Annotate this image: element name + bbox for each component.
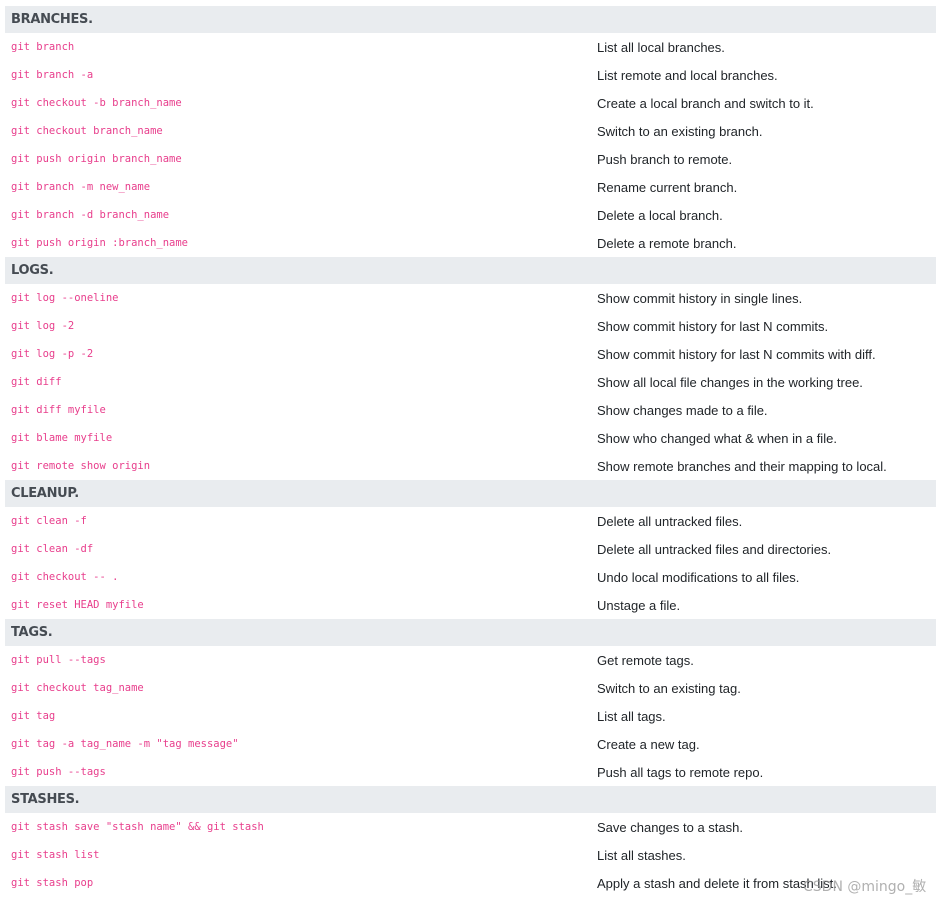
table-row: git branch -a List remote and local branc…	[5, 61, 936, 89]
table-row: git log -p -2 Show commit history for las…	[5, 340, 936, 368]
description-text: Get remote tags.	[597, 652, 694, 668]
table-row: git branch List all local branches.	[5, 33, 936, 61]
table-row: git push --tags Push all tags to remote r…	[5, 758, 936, 786]
command-text: git checkout -- .	[11, 571, 119, 583]
command-text: git push origin branch_name	[11, 153, 182, 165]
table-row: git checkout branch_name Switch to an exi…	[5, 117, 936, 145]
table-row: git push origin :branch_name Delete a rem…	[5, 229, 936, 257]
description-text: Push all tags to remote repo.	[597, 764, 764, 780]
description-text: Show changes made to a file.	[597, 402, 768, 418]
command-text: git push origin :branch_name	[11, 237, 189, 249]
table-row: git reset HEAD myfile Unstage a file.	[5, 591, 936, 619]
description-text: Apply a stash and delete it from stash l…	[597, 875, 837, 891]
table-row: git pull --tags Get remote tags.	[5, 646, 936, 674]
command-text: git checkout tag_name	[11, 682, 144, 694]
section-header: LOGS.	[5, 257, 936, 284]
description-text: Show commit history in single lines.	[597, 290, 803, 306]
command-text: git branch -a	[11, 69, 94, 81]
description-text: Rename current branch.	[597, 179, 738, 195]
section-header: STASHES.	[5, 786, 936, 813]
table-row: git tag -a tag_name -m "tag message" Crea…	[5, 730, 936, 758]
command-text: git clean -df	[11, 543, 94, 555]
table-row: git diff myfile Show changes made to a fi…	[5, 396, 936, 424]
description-text: Push branch to remote.	[597, 151, 733, 167]
table-row: git checkout -b branch_name Create a loca…	[5, 89, 936, 117]
description-text: Switch to an existing tag.	[597, 680, 741, 696]
description-text: Delete all untracked files.	[597, 513, 743, 529]
table-row: git branch -d branch_name Delete a local …	[5, 201, 936, 229]
description-text: Create a local branch and switch to it.	[597, 95, 814, 111]
command-text: git log --oneline	[11, 292, 119, 304]
description-text: Save changes to a stash.	[597, 819, 743, 835]
description-text: List all local branches.	[597, 39, 725, 55]
description-text: Show remote branches and their mapping t…	[597, 458, 887, 474]
command-text: git checkout branch_name	[11, 125, 163, 137]
table-row: git stash pop Apply a stash and delete it…	[5, 869, 936, 897]
description-text: Switch to an existing branch.	[597, 123, 763, 139]
table-row: git branch -m new_name Rename current bra…	[5, 173, 936, 201]
command-text: git log -p -2	[11, 348, 94, 360]
command-text: git diff myfile	[11, 404, 106, 416]
command-text: git clean -f	[11, 515, 87, 527]
table-row: git checkout -- . Undo local modification…	[5, 563, 936, 591]
table-row: git checkout tag_name Switch to an existi…	[5, 674, 936, 702]
description-text: Show who changed what & when in a file.	[597, 430, 837, 446]
command-text: git diff	[11, 376, 62, 388]
table-row: git remote show origin Show remote branch…	[5, 452, 936, 480]
command-text: git reset HEAD myfile	[11, 599, 144, 611]
description-text: Show all local file changes in the worki…	[597, 374, 863, 390]
section-header: TAGS.	[5, 619, 936, 646]
command-text: git branch	[11, 41, 75, 53]
command-text: git blame myfile	[11, 432, 113, 444]
command-text: git remote show origin	[11, 460, 151, 472]
command-text: git stash list	[11, 849, 100, 861]
description-text: List all tags.	[597, 708, 666, 724]
watermark: CSDN @mingo_敏	[803, 879, 927, 895]
table-row: git tag List all tags.	[5, 702, 936, 730]
command-text: git tag	[11, 710, 56, 722]
command-text: git stash save "stash name" && git stash	[11, 821, 264, 833]
command-text: git branch -d branch_name	[11, 209, 170, 221]
description-text: Create a new tag.	[597, 736, 700, 752]
command-text: git stash pop	[11, 877, 94, 889]
section-header: CLEANUP.	[5, 480, 936, 507]
description-text: Delete a local branch.	[597, 207, 723, 223]
description-text: Undo local modifications to all files.	[597, 569, 800, 585]
command-text: git push --tags	[11, 766, 106, 778]
command-text: git tag -a tag_name -m "tag message"	[11, 738, 239, 750]
table-row: git clean -f Delete all untracked files.	[5, 507, 936, 535]
table-row: git push origin branch_name Push branch t…	[5, 145, 936, 173]
description-text: Delete all untracked files and directori…	[597, 541, 832, 557]
description-text: Delete a remote branch.	[597, 235, 737, 251]
table-row: git blame myfile Show who changed what & …	[5, 424, 936, 452]
table-row: git stash save "stash name" && git stash…	[5, 813, 936, 841]
description-text: Show commit history for last N commits.	[597, 318, 829, 334]
command-text: git pull --tags	[11, 654, 106, 666]
command-text: git checkout -b branch_name	[11, 97, 182, 109]
git-cheatsheet-table: BRANCHES. git branch List all local branch…	[5, 6, 936, 897]
section-header: BRANCHES.	[5, 6, 936, 33]
command-text: git log -2	[11, 320, 75, 332]
table-row: git clean -df Delete all untracked files …	[5, 535, 936, 563]
table-row: git stash list List all stashes.	[5, 841, 936, 869]
description-text: Show commit history for last N commits w…	[597, 346, 876, 362]
description-text: List remote and local branches.	[597, 67, 778, 83]
table-row: git log --oneline Show commit history in …	[5, 284, 936, 312]
description-text: List all stashes.	[597, 847, 686, 863]
description-text: Unstage a file.	[597, 597, 681, 613]
table-row: git diff Show all local file changes in t…	[5, 368, 936, 396]
table-row: git log -2 Show commit history for last N…	[5, 312, 936, 340]
command-text: git branch -m new_name	[11, 181, 151, 193]
